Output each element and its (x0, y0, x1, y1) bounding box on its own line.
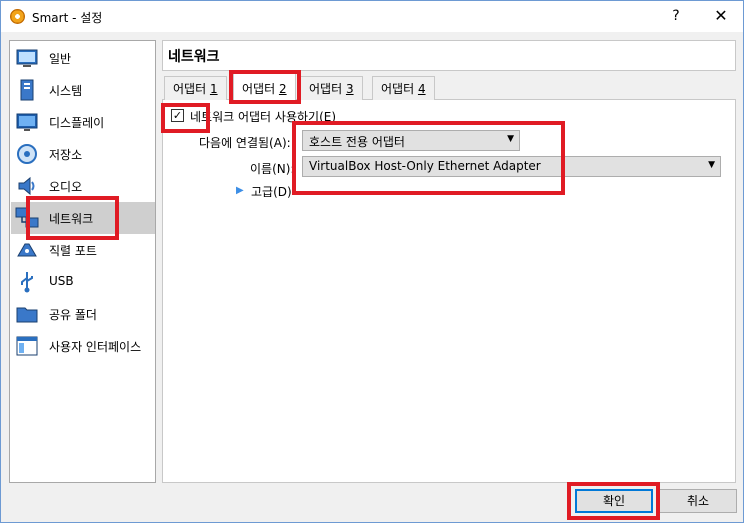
tab-label: 어댑터 (173, 82, 210, 96)
display-icon (16, 113, 38, 131)
cancel-button[interactable]: 취소 (659, 489, 737, 513)
tab-adapter-3[interactable]: 어댑터 3 (300, 76, 363, 100)
audio-icon (18, 176, 35, 196)
user-interface-icon (16, 336, 38, 356)
network-icon (15, 207, 39, 228)
sidebar-item-display[interactable]: 디스플레이 (11, 106, 155, 138)
tab-adapter-1[interactable]: 어댑터 1 (164, 76, 227, 100)
enable-adapter-checkbox[interactable]: ✓ (171, 109, 184, 122)
sidebar-item-serial-port[interactable]: 직렬 포트 (11, 234, 155, 266)
sidebar-item-user-interface[interactable]: 사용자 인터페이스 (11, 330, 155, 362)
sidebar-item-label: 공유 폴더 (49, 308, 97, 322)
enable-adapter-label: 네트워크 어댑터 사용하기(E) (190, 110, 337, 124)
sidebar-item-usb[interactable]: USB (11, 266, 155, 298)
adapter-name-select[interactable]: VirtualBox Host-Only Ethernet Adapter ▼ (302, 156, 721, 177)
sidebar-item-shared-folder[interactable]: 공유 폴더 (11, 298, 155, 330)
sidebar-item-label: 디스플레이 (49, 116, 105, 130)
chevron-down-icon: ▼ (708, 160, 715, 170)
attached-to-label: 다음에 연결됨(A): (199, 136, 291, 150)
ok-button[interactable]: 확인 (575, 489, 653, 513)
tab-label: 어댑터 (242, 82, 279, 96)
window-title: Smart - 설정 (32, 11, 103, 25)
storage-icon (17, 144, 37, 164)
sidebar-item-label: 저장소 (49, 148, 83, 162)
help-button[interactable]: ? (661, 4, 691, 28)
tab-number: 3 (345, 82, 354, 96)
shared-folder-icon (16, 307, 38, 323)
page-title: 네트워크 (162, 40, 736, 71)
title-bar: Smart - 설정 ? ✕ (1, 1, 743, 32)
tab-number: 2 (278, 82, 287, 96)
sidebar-item-general[interactable]: 일반 (11, 42, 155, 74)
usb-icon (21, 272, 33, 293)
sidebar-item-label: 네트워크 (49, 212, 94, 226)
tab-label: 어댑터 (309, 82, 346, 96)
tab-label: 어댑터 (381, 82, 418, 96)
sidebar-item-label: USB (49, 274, 74, 288)
general-icon (16, 49, 38, 67)
adapter-name-value: VirtualBox Host-Only Ethernet Adapter (309, 159, 541, 173)
expand-arrow-icon[interactable]: ▶ (236, 185, 244, 196)
tab-adapter-2[interactable]: 어댑터 2 (233, 73, 296, 101)
chevron-down-icon: ▼ (507, 134, 514, 144)
sidebar-item-label: 오디오 (49, 180, 83, 194)
tab-number: 1 (209, 82, 218, 96)
sidebar-item-audio[interactable]: 오디오 (11, 170, 155, 202)
sidebar-item-label: 사용자 인터페이스 (49, 340, 142, 354)
sidebar-item-storage[interactable]: 저장소 (11, 138, 155, 170)
close-button[interactable]: ✕ (706, 4, 736, 28)
attached-to-select[interactable]: 호스트 전용 어댑터 ▼ (302, 130, 520, 151)
sidebar-item-label: 일반 (49, 52, 72, 66)
serial-port-icon (17, 243, 37, 257)
sidebar-item-system[interactable]: 시스템 (11, 74, 155, 106)
sidebar-item-network[interactable]: 네트워크 (11, 202, 155, 234)
settings-sidebar: 일반 시스템 디스플레이 저장소 오디오 네트워크 직렬 포트 USB 공유 폴… (9, 40, 156, 483)
sidebar-item-label: 직렬 포트 (49, 244, 97, 258)
sidebar-item-label: 시스템 (49, 84, 83, 98)
tab-adapter-4[interactable]: 어댑터 4 (372, 76, 435, 100)
tab-number: 4 (417, 82, 426, 96)
virtualbox-app-icon (10, 9, 25, 24)
attached-to-value: 호스트 전용 어댑터 (309, 135, 405, 149)
advanced-toggle[interactable]: 고급(D) (251, 183, 292, 200)
adapter-name-label: 이름(N): (250, 162, 295, 176)
system-icon (20, 79, 34, 101)
